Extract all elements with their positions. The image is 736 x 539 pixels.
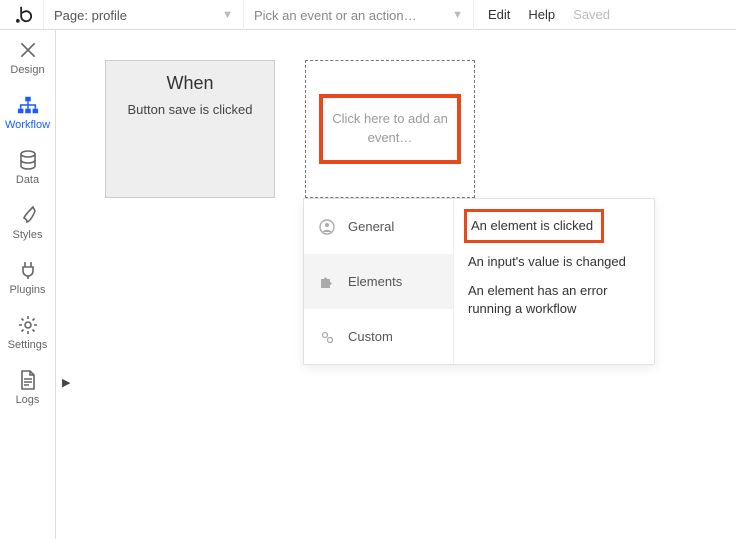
event-card-desc: Button save is clicked <box>106 102 274 117</box>
dropdown-option[interactable]: An input's value is changed <box>464 247 644 277</box>
event-category-dropdown: General Elements Custom An element is cl… <box>303 198 655 365</box>
sidebar-item-styles[interactable]: Styles <box>0 195 55 250</box>
menu-edit[interactable]: Edit <box>488 7 510 22</box>
add-event-placeholder: Click here to add an event… <box>319 94 461 164</box>
sidebar-item-data[interactable]: Data <box>0 140 55 195</box>
puzzle-icon <box>318 273 336 291</box>
sidebar-item-label: Design <box>10 64 44 76</box>
dropdown-option[interactable]: An element has an error running a workfl… <box>464 276 644 323</box>
document-icon <box>17 369 39 391</box>
dropdown-category-label: General <box>348 219 394 234</box>
dropdown-category-label: Elements <box>348 274 402 289</box>
database-icon <box>17 149 39 171</box>
sidebar-item-label: Logs <box>16 394 40 406</box>
dropdown-category-elements[interactable]: Elements <box>304 254 453 309</box>
dropdown-category-general[interactable]: General <box>304 199 453 254</box>
event-card-title: When <box>106 73 274 94</box>
workflow-icon <box>17 94 39 116</box>
gears-icon <box>318 328 336 346</box>
picker-placeholder: Pick an event or an action… <box>254 8 417 23</box>
dropdown-option[interactable]: An element is clicked <box>464 209 604 243</box>
sidebar-item-label: Data <box>16 174 39 186</box>
page-selector[interactable]: Page: profile ▼ <box>44 0 244 30</box>
chevron-down-icon: ▼ <box>452 9 463 21</box>
workflow-event-card[interactable]: When Button save is clicked <box>105 60 275 198</box>
dropdown-category-list: General Elements Custom <box>304 199 454 364</box>
dropdown-category-custom[interactable]: Custom <box>304 309 453 364</box>
sidebar-expand-handle[interactable]: ▶ <box>62 376 70 389</box>
sidebar-item-label: Settings <box>8 339 48 351</box>
add-event-slot[interactable]: Click here to add an event… <box>305 60 475 198</box>
dropdown-category-label: Custom <box>348 329 393 344</box>
page-label: Page: <box>54 8 88 23</box>
dropdown-option-list: An element is clicked An input's value i… <box>454 199 654 364</box>
sidebar-item-plugins[interactable]: Plugins <box>0 250 55 305</box>
user-circle-icon <box>318 218 336 236</box>
sidebar-item-label: Plugins <box>9 284 45 296</box>
event-action-picker[interactable]: Pick an event or an action… ▼ <box>244 0 474 30</box>
top-menu: Edit Help Saved <box>474 0 610 29</box>
brush-icon <box>17 204 39 226</box>
sidebar-item-design[interactable]: Design <box>0 30 55 85</box>
page-value: profile <box>92 8 127 23</box>
top-bar: Page: profile ▼ Pick an event or an acti… <box>0 0 736 30</box>
left-sidebar: Design Workflow Data Styles Plugins Sett… <box>0 30 56 539</box>
app-logo[interactable] <box>0 0 44 29</box>
chevron-down-icon: ▼ <box>222 9 233 21</box>
gear-icon <box>17 314 39 336</box>
sidebar-item-logs[interactable]: Logs <box>0 360 55 415</box>
sidebar-item-label: Styles <box>13 229 43 241</box>
plug-icon <box>17 259 39 281</box>
bubble-logo-icon <box>12 5 32 25</box>
workflow-canvas: When Button save is clicked Click here t… <box>75 30 736 539</box>
menu-help[interactable]: Help <box>528 7 555 22</box>
sidebar-item-settings[interactable]: Settings <box>0 305 55 360</box>
sidebar-item-label: Workflow <box>5 119 50 131</box>
menu-saved: Saved <box>573 7 610 22</box>
sidebar-item-workflow[interactable]: Workflow <box>0 85 55 140</box>
design-icon <box>17 39 39 61</box>
